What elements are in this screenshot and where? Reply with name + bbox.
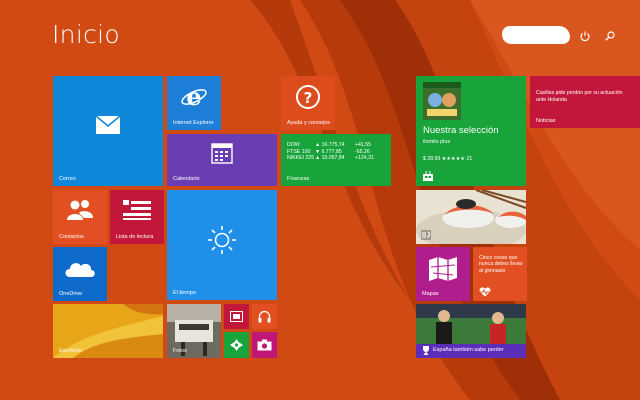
trophy-icon (423, 346, 429, 355)
tile-label: Internet Explorer (173, 120, 214, 126)
tile-food-drink[interactable] (416, 190, 526, 244)
svg-text:?: ? (304, 89, 313, 107)
store-heading: Nuestra selección (423, 125, 499, 136)
tile-internet-explorer[interactable]: e Internet Explorer (167, 76, 221, 130)
food-photo-image (416, 190, 526, 244)
page-title: Inicio (52, 20, 120, 49)
store-icon (423, 171, 433, 181)
tile-calendar[interactable]: Calendario (167, 134, 277, 186)
calendar-icon (211, 143, 233, 164)
tile-label: Escritorio (59, 348, 82, 354)
store-app-name: ilomilo plus (423, 139, 451, 145)
tile-label: Contactos (59, 234, 84, 240)
app-thumbnail-image (423, 82, 461, 120)
video-icon (230, 311, 243, 322)
tile-camera[interactable] (252, 332, 277, 358)
food-icon (421, 230, 431, 240)
tile-label: Ayuda y consejos (287, 120, 331, 126)
tile-label: Calendario (173, 176, 200, 182)
sports-headline: España también sabe perder (433, 347, 504, 353)
finance-row: FTSE 100 ▼ 6.777,85 -65,26 (287, 148, 370, 155)
game-controller-icon (230, 339, 243, 351)
tile-label: Noticias (536, 118, 556, 124)
tile-finance[interactable]: DOW ▲ 16.775,74 +41,55 FTSE 100 ▼ 6.777,… (281, 134, 391, 186)
tile-label: Correo (59, 176, 76, 182)
tile-store[interactable]: Nuestra selección ilomilo plus $ 28,99 ★… (416, 76, 526, 186)
store-price-rating: $ 28,99 ★★★★★ 21 (423, 156, 473, 162)
tile-desktop[interactable]: Escritorio (53, 304, 163, 358)
finance-table: DOW ▲ 16.775,74 +41,55 FTSE 100 ▼ 6.777,… (287, 142, 374, 162)
sports-photo-image (416, 304, 526, 344)
camera-icon (257, 339, 272, 351)
headphones-icon (258, 310, 271, 323)
tile-mail[interactable]: Correo (53, 76, 163, 186)
tile-music[interactable] (252, 304, 277, 329)
tile-health-fitness[interactable]: Cinco cosas que nunca debes llevar al gi… (473, 247, 527, 301)
power-icon[interactable] (579, 30, 591, 42)
search-icon[interactable] (604, 30, 616, 42)
internet-explorer-icon: e (181, 83, 207, 111)
finance-row: DOW ▲ 16.775,74 +41,55 (287, 142, 372, 148)
help-icon: ? (296, 85, 320, 109)
reading-list-icon (123, 200, 151, 220)
user-account-avatar[interactable] (502, 26, 570, 44)
health-headline: Cinco cosas que nunca debes llevar al gi… (479, 255, 523, 274)
tile-sports[interactable]: España también sabe perder (416, 304, 526, 358)
tile-label: El tiempo (173, 290, 196, 296)
tile-maps[interactable]: Mapas (416, 247, 470, 301)
svg-text:e: e (186, 83, 201, 111)
heart-pulse-icon (479, 287, 491, 297)
finance-row: NIKKEI 225 ▲ 15.097,84 +124,31 (287, 155, 374, 162)
tile-help-tips[interactable]: ? Ayuda y consejos (281, 76, 335, 130)
tile-label: OneDrive (59, 291, 83, 297)
tile-label: Fotos (173, 348, 187, 354)
sun-icon (208, 226, 236, 254)
tile-label: Mapas (422, 291, 439, 297)
tile-label: Finanzas (287, 176, 310, 182)
cloud-icon (65, 263, 95, 277)
news-headline: Casillas pide perdón por su actuación an… (536, 90, 623, 103)
tile-label: Lista de lectura (116, 234, 154, 240)
tile-people[interactable]: Contactos (53, 190, 107, 244)
tile-photos[interactable]: Fotos (167, 304, 221, 358)
tile-reading-list[interactable]: Lista de lectura (110, 190, 164, 244)
maps-icon (429, 257, 457, 281)
people-icon (67, 200, 93, 220)
tile-onedrive[interactable]: OneDrive (53, 247, 107, 301)
tile-weather[interactable]: El tiempo (167, 190, 277, 300)
tile-video[interactable] (224, 304, 249, 329)
tile-games[interactable] (224, 332, 249, 358)
tile-news[interactable]: Casillas pide perdón por su actuación an… (530, 76, 640, 128)
mail-icon (96, 116, 120, 134)
